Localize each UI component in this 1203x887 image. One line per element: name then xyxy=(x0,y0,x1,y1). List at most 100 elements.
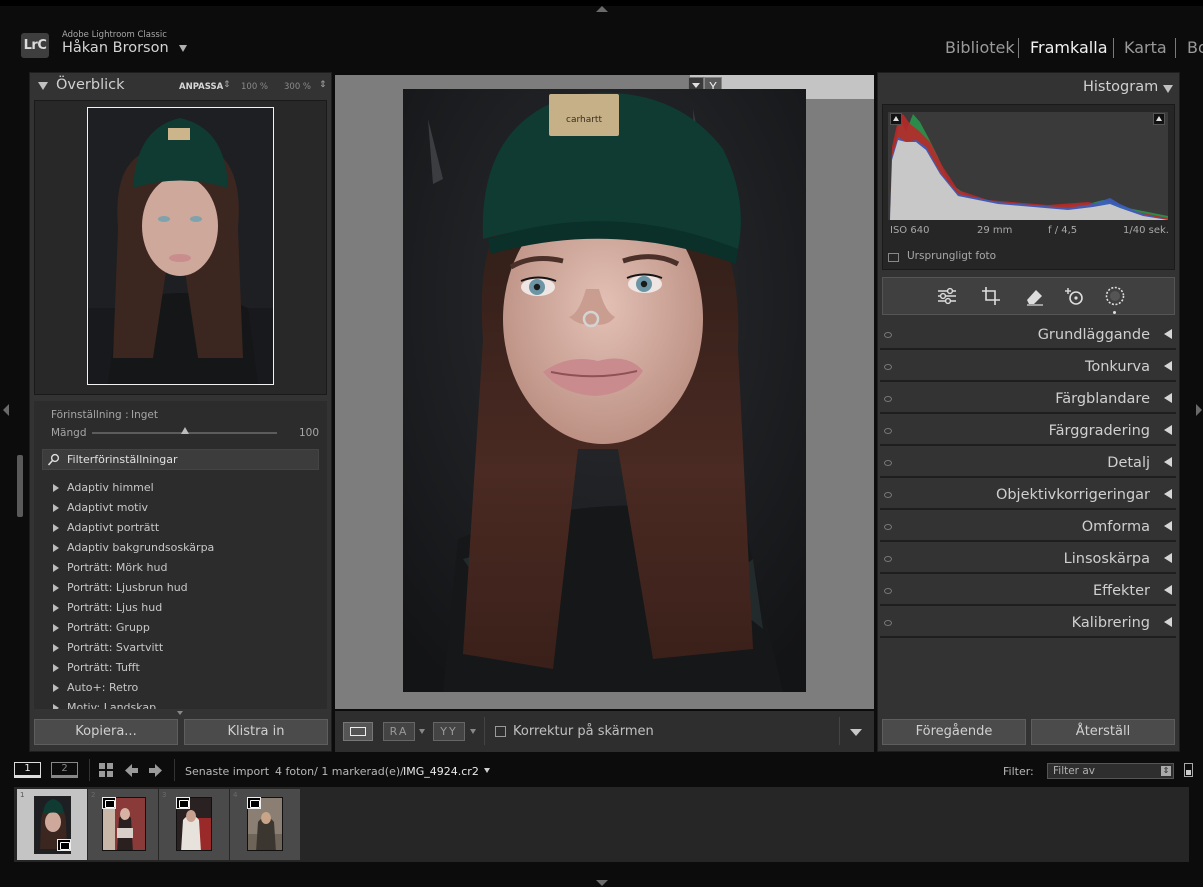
source-label[interactable]: Senaste import xyxy=(185,765,269,778)
module-karta[interactable]: Karta xyxy=(1124,38,1167,57)
healing-icon[interactable] xyxy=(1064,286,1086,306)
preset-folder[interactable]: Adaptivt porträtt xyxy=(67,521,159,534)
forward-arrow-icon[interactable] xyxy=(148,763,163,778)
preset-folder[interactable]: Porträtt: Tufft xyxy=(67,661,140,674)
preset-folder-expand-icon[interactable] xyxy=(53,484,59,492)
preset-folder-expand-icon[interactable] xyxy=(53,584,59,592)
section-linsoskarpa[interactable]: Linsoskärpa xyxy=(880,546,1176,574)
eraser-icon[interactable] xyxy=(1024,286,1046,306)
preset-folder[interactable]: Porträtt: Ljusbrun hud xyxy=(67,581,188,594)
left-panel-scrollbar[interactable] xyxy=(17,455,23,517)
eye-icon[interactable] xyxy=(884,428,892,434)
zoom-stepper-icon[interactable]: ⇕ xyxy=(319,80,327,90)
zoom-100[interactable]: 100 % xyxy=(241,82,268,92)
previous-settings-button[interactable]: Föregående xyxy=(882,719,1026,745)
bottom-panel-toggle-icon[interactable] xyxy=(596,880,608,886)
section-effekter[interactable]: Effekter xyxy=(880,578,1176,606)
eye-icon[interactable] xyxy=(884,620,892,626)
histogram-graph[interactable] xyxy=(888,112,1168,220)
loupe-view-button[interactable] xyxy=(343,722,373,741)
swap-dropdown-icon[interactable] xyxy=(470,729,476,734)
section-kalibrering[interactable]: Kalibrering xyxy=(880,610,1176,638)
eye-icon[interactable] xyxy=(884,364,892,370)
filename-dropdown-icon[interactable] xyxy=(484,768,490,773)
filter-lock-icon[interactable] xyxy=(1184,763,1193,777)
film-cell[interactable]: 2 xyxy=(88,789,158,860)
film-cell[interactable]: 3 xyxy=(159,789,229,860)
filter-select[interactable]: Filter av ⇕ xyxy=(1047,763,1174,779)
before-after-lr-dropdown-icon[interactable] xyxy=(419,729,425,734)
preset-folder-expand-icon[interactable] xyxy=(53,684,59,692)
right-panel-toggle-icon[interactable] xyxy=(1196,404,1202,416)
preset-folder[interactable]: Porträtt: Mörk hud xyxy=(67,561,167,574)
grid-view-icon[interactable] xyxy=(99,763,114,778)
user-menu-caret-icon[interactable] xyxy=(179,45,187,52)
film-cell[interactable]: 1 xyxy=(17,789,87,860)
preset-folder-expand-icon[interactable] xyxy=(53,504,59,512)
module-bibliotek[interactable]: Bibliotek xyxy=(945,38,1015,57)
softproof-checkbox[interactable] xyxy=(495,726,506,737)
preset-folder-expand-icon[interactable] xyxy=(53,624,59,632)
user-name[interactable]: Håkan Brorson xyxy=(62,40,169,56)
histogram-collapse-icon[interactable] xyxy=(1163,85,1173,93)
main-photo[interactable]: carhartt xyxy=(403,89,806,692)
preset-folder-expand-icon[interactable] xyxy=(53,604,59,612)
preset-folder-expand-icon[interactable] xyxy=(53,564,59,572)
reset-button[interactable]: Återställ xyxy=(1031,719,1175,745)
before-after-swap-button[interactable]: YY xyxy=(433,722,465,741)
top-panel-toggle-icon[interactable] xyxy=(596,6,608,12)
shadow-clipping-icon[interactable] xyxy=(890,113,902,125)
eye-icon[interactable] xyxy=(884,460,892,466)
sliders-icon[interactable] xyxy=(936,286,958,306)
copy-settings-button[interactable]: Kopiera... xyxy=(34,719,178,745)
toolbar-options-icon[interactable] xyxy=(850,729,862,736)
crop-icon[interactable] xyxy=(980,286,1002,306)
eye-icon[interactable] xyxy=(884,492,892,498)
zoom-fit[interactable]: ANPASSA xyxy=(179,82,223,92)
section-omforma[interactable]: Omforma xyxy=(880,514,1176,542)
section-farggradering[interactable]: Färggradering xyxy=(880,418,1176,446)
preset-folder-expand-icon[interactable] xyxy=(53,704,59,709)
section-detalj[interactable]: Detalj xyxy=(880,450,1176,478)
eye-icon[interactable] xyxy=(884,332,892,338)
preset-folder[interactable]: Porträtt: Grupp xyxy=(67,621,150,634)
back-arrow-icon[interactable] xyxy=(124,763,139,778)
zoom-fit-stepper-icon[interactable]: ⇕ xyxy=(223,80,231,90)
preset-folder-expand-icon[interactable] xyxy=(53,664,59,672)
preset-folder-expand-icon[interactable] xyxy=(53,544,59,552)
amount-slider-thumb[interactable] xyxy=(180,427,189,434)
zoom-300[interactable]: 300 % xyxy=(284,82,311,92)
section-tonkurva[interactable]: Tonkurva xyxy=(880,354,1176,382)
module-bok[interactable]: Bo xyxy=(1187,38,1203,57)
preset-folder[interactable]: Porträtt: Svartvitt xyxy=(67,641,163,654)
left-panel-toggle-icon[interactable] xyxy=(3,404,9,416)
before-after-lr-button[interactable]: RA xyxy=(383,722,415,741)
highlight-clipping-icon[interactable] xyxy=(1153,113,1165,125)
module-framkalla[interactable]: Framkalla xyxy=(1030,38,1108,57)
eye-icon[interactable] xyxy=(884,396,892,402)
mask-icon[interactable] xyxy=(1104,286,1126,306)
secondary-display-button[interactable]: 2 xyxy=(51,762,78,778)
preset-folder[interactable]: Auto+: Retro xyxy=(67,681,138,694)
preset-filter-field[interactable]: Filterförinställningar xyxy=(42,449,319,470)
film-cell[interactable]: 4 xyxy=(230,789,300,860)
original-photo-checkbox[interactable] xyxy=(888,253,899,262)
preset-folder[interactable]: Motiv: Landskap xyxy=(67,701,156,709)
preset-folder[interactable]: Adaptiv bakgrundsoskärpa xyxy=(67,541,214,554)
softproof-label: Korrektur på skärmen xyxy=(513,724,654,739)
preset-folder[interactable]: Adaptiv himmel xyxy=(67,481,154,494)
navigator-thumbnail[interactable] xyxy=(87,107,274,385)
preset-folder-expand-icon[interactable] xyxy=(53,524,59,532)
navigator-collapse-icon[interactable] xyxy=(38,82,48,90)
preset-folder-expand-icon[interactable] xyxy=(53,644,59,652)
section-grundlaggande[interactable]: Grundläggande xyxy=(880,322,1176,350)
preset-folder[interactable]: Adaptivt motiv xyxy=(67,501,148,514)
eye-icon[interactable] xyxy=(884,556,892,562)
primary-display-button[interactable]: 1 xyxy=(14,762,41,778)
paste-settings-button[interactable]: Klistra in xyxy=(184,719,328,745)
preset-folder[interactable]: Porträtt: Ljus hud xyxy=(67,601,162,614)
section-fargblandare[interactable]: Färgblandare xyxy=(880,386,1176,414)
eye-icon[interactable] xyxy=(884,524,892,530)
eye-icon[interactable] xyxy=(884,588,892,594)
section-objektivkorrigeringar[interactable]: Objektivkorrigeringar xyxy=(880,482,1176,510)
